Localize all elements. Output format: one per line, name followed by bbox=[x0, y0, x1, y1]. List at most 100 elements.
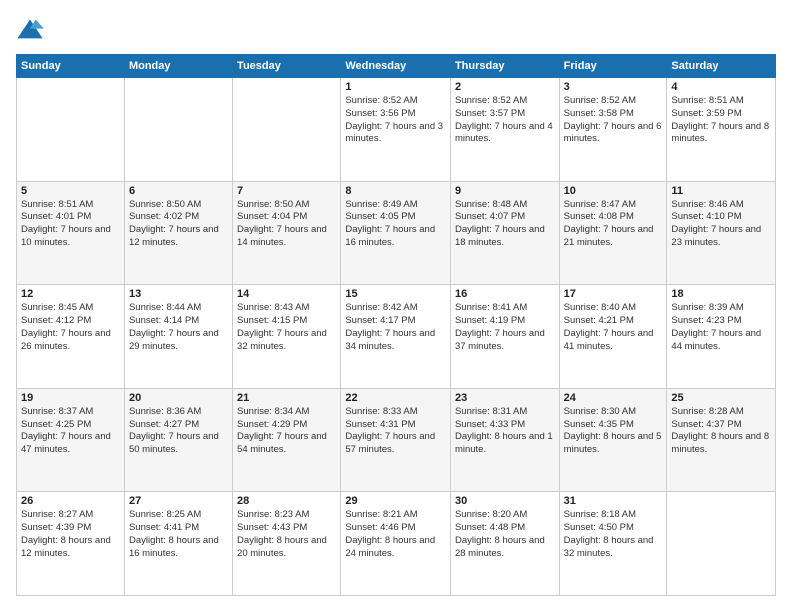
day-number: 9 bbox=[455, 185, 555, 197]
day-number: 2 bbox=[455, 81, 555, 93]
day-number: 13 bbox=[129, 288, 228, 300]
day-info: Sunrise: 8:20 AM Sunset: 4:48 PM Dayligh… bbox=[455, 509, 555, 560]
day-number: 21 bbox=[237, 392, 336, 404]
day-info: Sunrise: 8:44 AM Sunset: 4:14 PM Dayligh… bbox=[129, 302, 228, 353]
day-cell: 14 Sunrise: 8:43 AM Sunset: 4:15 PM Dayli… bbox=[233, 285, 341, 389]
day-info: Sunrise: 8:40 AM Sunset: 4:21 PM Dayligh… bbox=[564, 302, 663, 353]
day-info: Sunrise: 8:31 AM Sunset: 4:33 PM Dayligh… bbox=[455, 406, 555, 457]
day-number: 10 bbox=[564, 185, 663, 197]
day-info: Sunrise: 8:48 AM Sunset: 4:07 PM Dayligh… bbox=[455, 199, 555, 250]
day-number: 26 bbox=[21, 495, 120, 507]
day-cell: 16 Sunrise: 8:41 AM Sunset: 4:19 PM Dayli… bbox=[450, 285, 559, 389]
day-cell: 31 Sunrise: 8:18 AM Sunset: 4:50 PM Dayli… bbox=[559, 492, 667, 596]
day-number: 5 bbox=[21, 185, 120, 197]
day-cell: 4 Sunrise: 8:51 AM Sunset: 3:59 PM Daylig… bbox=[667, 78, 776, 182]
day-info: Sunrise: 8:23 AM Sunset: 4:43 PM Dayligh… bbox=[237, 509, 336, 560]
weekday-header-monday: Monday bbox=[124, 55, 232, 78]
day-number: 30 bbox=[455, 495, 555, 507]
day-info: Sunrise: 8:33 AM Sunset: 4:31 PM Dayligh… bbox=[345, 406, 446, 457]
day-cell bbox=[233, 78, 341, 182]
day-number: 6 bbox=[129, 185, 228, 197]
day-cell: 23 Sunrise: 8:31 AM Sunset: 4:33 PM Dayli… bbox=[450, 388, 559, 492]
day-cell: 6 Sunrise: 8:50 AM Sunset: 4:02 PM Daylig… bbox=[124, 181, 232, 285]
day-number: 22 bbox=[345, 392, 446, 404]
day-cell: 17 Sunrise: 8:40 AM Sunset: 4:21 PM Dayli… bbox=[559, 285, 667, 389]
weekday-header-tuesday: Tuesday bbox=[233, 55, 341, 78]
day-info: Sunrise: 8:46 AM Sunset: 4:10 PM Dayligh… bbox=[671, 199, 771, 250]
day-info: Sunrise: 8:34 AM Sunset: 4:29 PM Dayligh… bbox=[237, 406, 336, 457]
calendar-page: SundayMondayTuesdayWednesdayThursdayFrid… bbox=[0, 0, 792, 612]
day-info: Sunrise: 8:42 AM Sunset: 4:17 PM Dayligh… bbox=[345, 302, 446, 353]
day-cell: 3Sunrise: 8:52 AM Sunset: 3:58 PM Daylig… bbox=[559, 78, 667, 182]
header bbox=[16, 16, 776, 44]
day-number: 28 bbox=[237, 495, 336, 507]
day-cell: 18 Sunrise: 8:39 AM Sunset: 4:23 PM Dayli… bbox=[667, 285, 776, 389]
day-number: 23 bbox=[455, 392, 555, 404]
logo bbox=[16, 16, 48, 44]
day-cell: 20 Sunrise: 8:36 AM Sunset: 4:27 PM Dayli… bbox=[124, 388, 232, 492]
day-number: 29 bbox=[345, 495, 446, 507]
day-number: 17 bbox=[564, 288, 663, 300]
week-row-1: 1Sunrise: 8:52 AM Sunset: 3:56 PM Daylig… bbox=[17, 78, 776, 182]
weekday-header-thursday: Thursday bbox=[450, 55, 559, 78]
weekday-header-saturday: Saturday bbox=[667, 55, 776, 78]
day-cell: 22 Sunrise: 8:33 AM Sunset: 4:31 PM Dayli… bbox=[341, 388, 451, 492]
day-cell: 5 Sunrise: 8:51 AM Sunset: 4:01 PM Daylig… bbox=[17, 181, 125, 285]
day-info: Sunrise: 8:51 AM Sunset: 4:01 PM Dayligh… bbox=[21, 199, 120, 250]
week-row-3: 12 Sunrise: 8:45 AM Sunset: 4:12 PM Dayli… bbox=[17, 285, 776, 389]
day-number: 25 bbox=[671, 392, 771, 404]
logo-icon bbox=[16, 16, 44, 44]
day-number: 12 bbox=[21, 288, 120, 300]
day-info: Sunrise: 8:30 AM Sunset: 4:35 PM Dayligh… bbox=[564, 406, 663, 457]
day-cell bbox=[667, 492, 776, 596]
day-info: Sunrise: 8:21 AM Sunset: 4:46 PM Dayligh… bbox=[345, 509, 446, 560]
day-number: 4 bbox=[671, 81, 771, 93]
weekday-header-wednesday: Wednesday bbox=[341, 55, 451, 78]
day-info: Sunrise: 8:27 AM Sunset: 4:39 PM Dayligh… bbox=[21, 509, 120, 560]
week-row-5: 26 Sunrise: 8:27 AM Sunset: 4:39 PM Dayli… bbox=[17, 492, 776, 596]
day-number: 18 bbox=[671, 288, 771, 300]
day-number: 14 bbox=[237, 288, 336, 300]
day-cell: 8 Sunrise: 8:49 AM Sunset: 4:05 PM Daylig… bbox=[341, 181, 451, 285]
day-number: 16 bbox=[455, 288, 555, 300]
day-cell bbox=[17, 78, 125, 182]
day-cell: 21 Sunrise: 8:34 AM Sunset: 4:29 PM Dayli… bbox=[233, 388, 341, 492]
day-cell: 24 Sunrise: 8:30 AM Sunset: 4:35 PM Dayli… bbox=[559, 388, 667, 492]
day-info: Sunrise: 8:50 AM Sunset: 4:02 PM Dayligh… bbox=[129, 199, 228, 250]
day-info: Sunrise: 8:25 AM Sunset: 4:41 PM Dayligh… bbox=[129, 509, 228, 560]
day-info: Sunrise: 8:36 AM Sunset: 4:27 PM Dayligh… bbox=[129, 406, 228, 457]
day-cell: 28 Sunrise: 8:23 AM Sunset: 4:43 PM Dayli… bbox=[233, 492, 341, 596]
day-info: Sunrise: 8:39 AM Sunset: 4:23 PM Dayligh… bbox=[671, 302, 771, 353]
day-number: 1 bbox=[345, 81, 446, 93]
day-cell: 10Sunrise: 8:47 AM Sunset: 4:08 PM Dayli… bbox=[559, 181, 667, 285]
day-number: 31 bbox=[564, 495, 663, 507]
day-cell: 19Sunrise: 8:37 AM Sunset: 4:25 PM Dayli… bbox=[17, 388, 125, 492]
day-cell: 15 Sunrise: 8:42 AM Sunset: 4:17 PM Dayli… bbox=[341, 285, 451, 389]
day-cell: 11Sunrise: 8:46 AM Sunset: 4:10 PM Dayli… bbox=[667, 181, 776, 285]
day-info: Sunrise: 8:28 AM Sunset: 4:37 PM Dayligh… bbox=[671, 406, 771, 457]
day-number: 27 bbox=[129, 495, 228, 507]
day-info: Sunrise: 8:51 AM Sunset: 3:59 PM Dayligh… bbox=[671, 95, 771, 146]
day-info: Sunrise: 8:18 AM Sunset: 4:50 PM Dayligh… bbox=[564, 509, 663, 560]
day-cell bbox=[124, 78, 232, 182]
day-info: Sunrise: 8:41 AM Sunset: 4:19 PM Dayligh… bbox=[455, 302, 555, 353]
day-number: 15 bbox=[345, 288, 446, 300]
day-number: 7 bbox=[237, 185, 336, 197]
day-info: Sunrise: 8:43 AM Sunset: 4:15 PM Dayligh… bbox=[237, 302, 336, 353]
day-cell: 30 Sunrise: 8:20 AM Sunset: 4:48 PM Dayli… bbox=[450, 492, 559, 596]
day-info: Sunrise: 8:45 AM Sunset: 4:12 PM Dayligh… bbox=[21, 302, 120, 353]
weekday-header-sunday: Sunday bbox=[17, 55, 125, 78]
day-cell: 29 Sunrise: 8:21 AM Sunset: 4:46 PM Dayli… bbox=[341, 492, 451, 596]
day-number: 20 bbox=[129, 392, 228, 404]
day-cell: 12 Sunrise: 8:45 AM Sunset: 4:12 PM Dayli… bbox=[17, 285, 125, 389]
day-info: Sunrise: 8:50 AM Sunset: 4:04 PM Dayligh… bbox=[237, 199, 336, 250]
calendar-table: SundayMondayTuesdayWednesdayThursdayFrid… bbox=[16, 54, 776, 596]
day-info: Sunrise: 8:52 AM Sunset: 3:58 PM Dayligh… bbox=[564, 95, 663, 146]
day-number: 8 bbox=[345, 185, 446, 197]
day-cell: 1Sunrise: 8:52 AM Sunset: 3:56 PM Daylig… bbox=[341, 78, 451, 182]
day-info: Sunrise: 8:49 AM Sunset: 4:05 PM Dayligh… bbox=[345, 199, 446, 250]
week-row-4: 19Sunrise: 8:37 AM Sunset: 4:25 PM Dayli… bbox=[17, 388, 776, 492]
weekday-header-row: SundayMondayTuesdayWednesdayThursdayFrid… bbox=[17, 55, 776, 78]
day-cell: 7 Sunrise: 8:50 AM Sunset: 4:04 PM Daylig… bbox=[233, 181, 341, 285]
day-number: 24 bbox=[564, 392, 663, 404]
